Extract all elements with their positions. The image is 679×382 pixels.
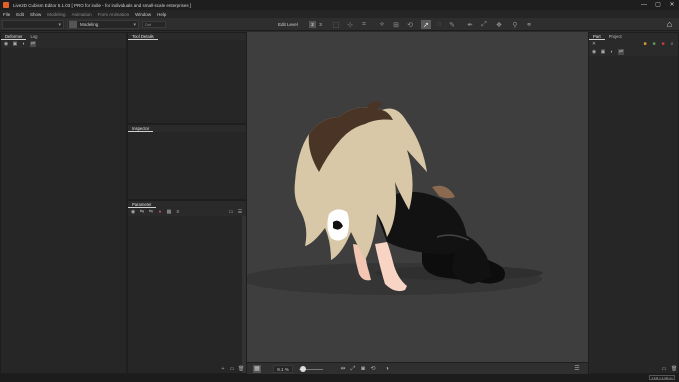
rotate-icon[interactable]: ⟲ (405, 20, 415, 29)
settings-icon[interactable]: ⇄ (30, 41, 36, 47)
param-link-icon[interactable]: ⇋ (148, 209, 154, 215)
part-panel: Part Project ✕ ■ ■ ■ ⌕ ◉ ▣ ◐ ⇄ ▭ 🗑 (588, 32, 679, 374)
menu-help[interactable]: Help (157, 12, 166, 17)
part-green-icon[interactable]: ■ (651, 41, 657, 47)
canvas-size-info: 1,111 x 1,111 px (649, 375, 675, 380)
document-dropdown[interactable] (2, 20, 64, 29)
lock-icon[interactable]: ▣ (12, 41, 18, 47)
parameter-list[interactable] (128, 216, 246, 373)
link-icon[interactable]: ⚭ (524, 20, 534, 29)
zoom-field[interactable]: 9.1 % (273, 365, 293, 373)
param-menu-icon[interactable]: ☰ (237, 209, 243, 215)
model-canvas[interactable] (242, 32, 588, 362)
menu-animation[interactable]: Animation (72, 12, 92, 17)
part-red-icon[interactable]: ■ (660, 41, 666, 47)
param-eye-icon[interactable]: ◉ (130, 209, 136, 215)
tool-details-panel: Tool Details (127, 32, 247, 124)
mode-label: Modeling (80, 22, 99, 27)
part-add-icon[interactable]: ▭ (661, 366, 667, 372)
reset-view-icon[interactable]: ⟲ (369, 365, 377, 373)
arrow-tool-icon[interactable]: ➚ (421, 20, 431, 29)
menu-show[interactable]: Show (30, 12, 41, 17)
mesh-auto-icon[interactable]: ⊹ (345, 20, 355, 29)
deformer-icon[interactable]: ⌗ (359, 20, 369, 29)
menu-bar: File Edit Show Modeling Animation Form A… (0, 10, 679, 18)
part-delete-icon[interactable]: 🗑 (671, 366, 677, 372)
param-key-icon[interactable]: ⇆ (139, 209, 145, 215)
part-settings-icon[interactable]: ⇄ (618, 49, 624, 55)
param-grid-icon[interactable]: ▦ (166, 209, 172, 215)
part-search-tool-icon[interactable]: ⌕ (669, 41, 675, 47)
pin-icon[interactable]: ⚲ (510, 20, 520, 29)
part-visibility-icon[interactable]: ◐ (609, 49, 615, 55)
window-title: Live2D Cubism Editor 5.1.03 [ PRO for in… (13, 2, 192, 8)
param-folder-icon[interactable]: ▭ (228, 209, 234, 215)
param-record-icon[interactable]: ● (157, 209, 163, 215)
inspector-body (128, 132, 246, 199)
lasso-tool-icon[interactable]: ◌ (434, 20, 444, 29)
warp-icon[interactable]: ⊞ (391, 20, 401, 29)
menu-modeling[interactable]: Modeling (47, 12, 65, 17)
home-icon[interactable]: ⌂ (664, 19, 675, 30)
zoom-slider-knob[interactable] (300, 366, 306, 372)
fit-screen-icon[interactable]: ⤢ (349, 365, 357, 373)
edit-level-2-button[interactable]: 2 (309, 21, 316, 28)
add-parameter-icon[interactable]: + (220, 366, 226, 372)
inspector-panel: Inspector (127, 124, 247, 200)
deformer-panel: Deformer Log ◉ ▣ ◐ ⇄ (0, 32, 127, 374)
param-list-icon[interactable]: ≡ (175, 209, 181, 215)
eye-icon[interactable]: ◉ (3, 41, 9, 47)
mesh-brush-icon[interactable]: ❖ (494, 20, 504, 29)
menu-window[interactable]: Window (135, 12, 151, 17)
canvas-status-bar: ▦ 9.1 % ⇹ ⤢ ◙ ⟲ ◑ ☰ (247, 362, 588, 374)
part-lock-icon[interactable]: ▣ (600, 49, 606, 55)
mode-dropdown[interactable]: Modeling (67, 20, 139, 29)
app-icon (3, 2, 9, 8)
brush-tool-icon[interactable]: ✎ (447, 20, 457, 29)
tool-details-body (128, 40, 246, 123)
part-search-icon[interactable]: ✕ (591, 41, 597, 47)
main-toolbar: Modeling Def Edit Level 2 3 ⬚ ⊹ ⌗ ⟡ ⊞ ⟲ … (0, 18, 679, 31)
menu-file[interactable]: File (3, 12, 10, 17)
toggle-display-icon[interactable]: ◑ (383, 365, 391, 373)
delete-parameter-icon[interactable]: 🗑 (238, 366, 244, 372)
camera-icon[interactable]: ◙ (359, 365, 367, 373)
fit-width-icon[interactable]: ⇹ (339, 365, 347, 373)
bottom-status-bar: 1,111 x 1,111 px (0, 374, 679, 382)
pen-tool-icon[interactable]: ✒ (465, 20, 475, 29)
menu-edit[interactable]: Edit (16, 12, 24, 17)
edit-level-label: Edit Level (278, 22, 298, 27)
modeling-mode-icon (69, 21, 77, 28)
parameter-panel: Parameter ◉ ⇆ ⇋ ● ▦ ≡ ▭ ☰ + ▭ 🗑 (127, 200, 247, 374)
deformer-dropdown[interactable]: Def (142, 21, 166, 28)
parameter-group-icon[interactable]: ▭ (229, 366, 235, 372)
title-bar: Live2D Cubism Editor 5.1.03 [ PRO for in… (0, 0, 679, 10)
part-folder-icon[interactable]: ■ (642, 41, 648, 47)
part-eye-icon[interactable]: ◉ (591, 49, 597, 55)
model-character (242, 101, 543, 295)
minimize-button[interactable]: — (637, 0, 651, 10)
visibility-icon[interactable]: ◐ (21, 41, 27, 47)
glue-icon[interactable]: ⟡ (377, 20, 387, 29)
part-list[interactable] (589, 56, 678, 373)
view-menu-icon[interactable]: ☰ (573, 365, 581, 373)
maximize-button[interactable]: ▢ (651, 0, 665, 10)
close-button[interactable]: ✕ (665, 0, 679, 10)
mesh-edit-icon[interactable]: ⬚ (331, 20, 341, 29)
menu-form-animation[interactable]: Form Animation (98, 12, 130, 17)
edit-level-3-button[interactable]: 3 (317, 21, 324, 28)
deformer-list[interactable] (1, 48, 126, 373)
checker-background-icon[interactable]: ▦ (253, 365, 261, 373)
parameter-scrollbar[interactable] (242, 216, 246, 373)
transform-icon[interactable]: ⤢ (479, 20, 489, 29)
